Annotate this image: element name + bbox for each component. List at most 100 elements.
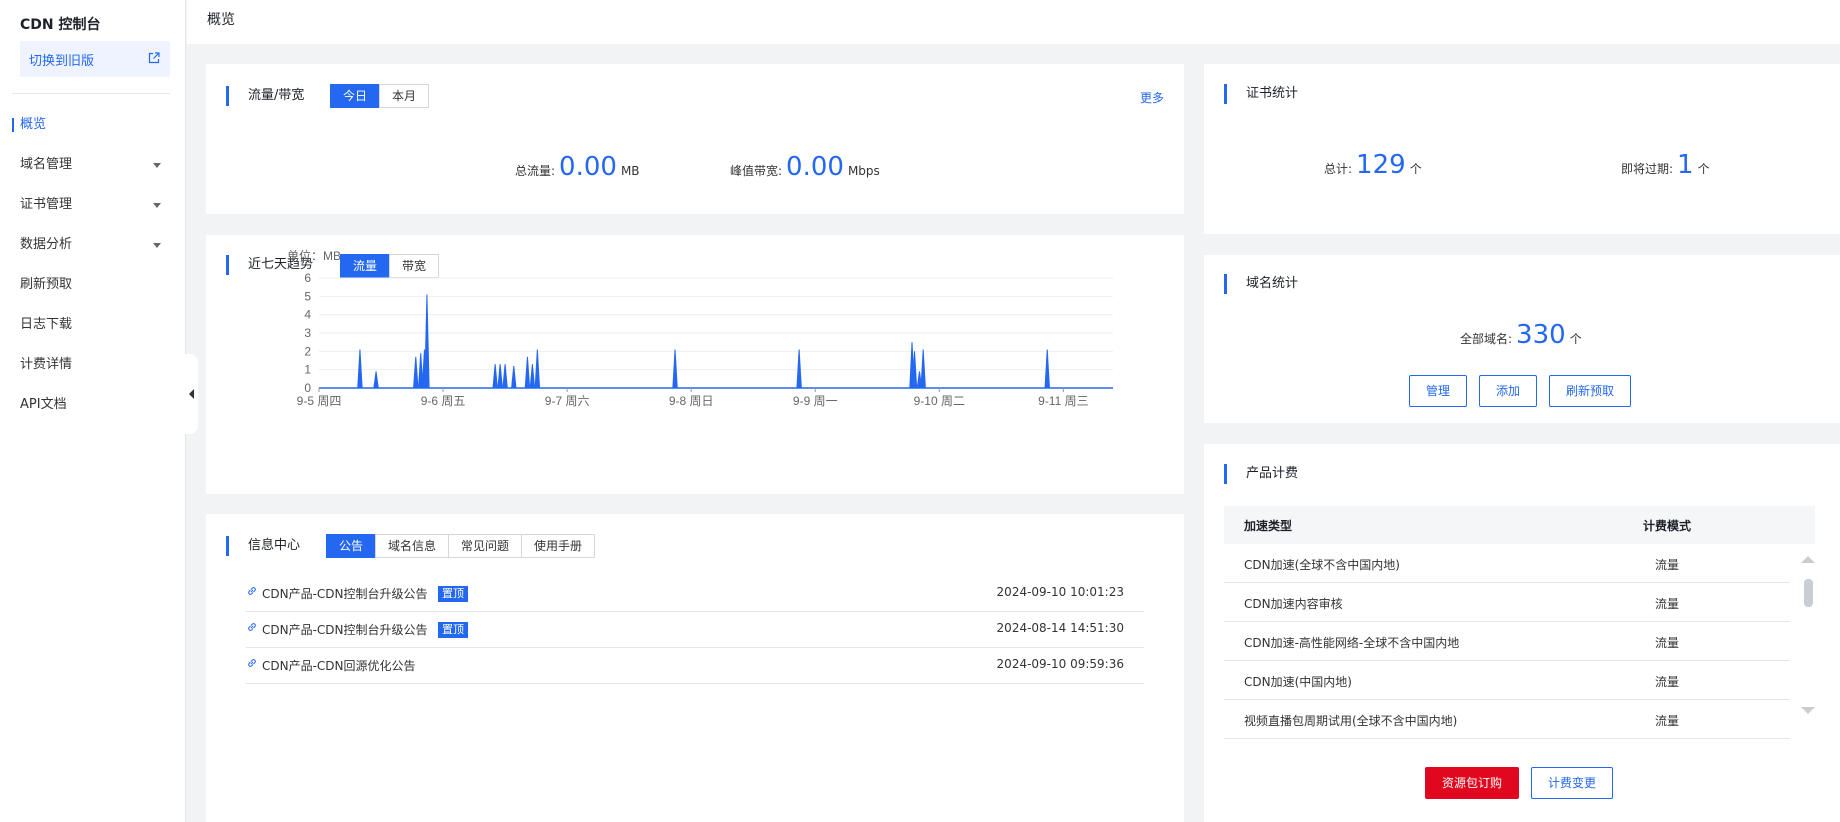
page-header: 概览 — [187, 0, 1840, 44]
announcement-title: CDN产品-CDN回源优化公告 — [262, 659, 416, 673]
scroll-up-arrow-icon[interactable] — [1801, 556, 1815, 563]
add-domain-button[interactable]: 添加 — [1479, 375, 1537, 407]
announcement-time: 2024-09-10 10:01:23 — [996, 585, 1124, 599]
sidebar-item-cert-management[interactable]: 证书管理 — [0, 185, 186, 225]
cell-mode: 流量 — [1655, 597, 1680, 611]
tab-user-manual[interactable]: 使用手册 — [521, 534, 596, 558]
trend-spike — [524, 356, 531, 389]
scroll-down-arrow-icon[interactable] — [1801, 707, 1815, 714]
pinned-badge: 置顶 — [438, 622, 468, 638]
x-tick-label: 9-7 周六 — [545, 394, 590, 408]
link-icon — [248, 659, 256, 667]
announcement-title: CDN产品-CDN控制台升级公告 — [262, 587, 428, 601]
sidebar-item-data-analysis[interactable]: 数据分析 — [0, 225, 186, 265]
cell-mode: 流量 — [1655, 714, 1680, 728]
caret-down-icon — [153, 243, 161, 248]
more-link[interactable]: 更多 — [1140, 89, 1164, 106]
caret-down-icon — [153, 203, 161, 208]
total-traffic-value: 0.00 — [559, 152, 617, 182]
trend-spike — [357, 349, 363, 389]
trend-spike — [413, 356, 419, 389]
cell-type: 视频直播包周期试用(全球不含中国内地) — [1244, 714, 1458, 728]
trend-spike — [373, 371, 379, 389]
pinned-badge: 置顶 — [438, 586, 468, 602]
y-tick-label: 3 — [304, 326, 311, 340]
domain-total-value: 330 — [1516, 320, 1566, 350]
trend-spike — [920, 349, 926, 389]
switch-old-version-button[interactable]: 切换到旧版 — [20, 41, 170, 77]
collapse-left-icon — [188, 389, 194, 399]
change-billing-button[interactable]: 计费变更 — [1531, 767, 1613, 799]
sidebar-item-label: API文档 — [20, 397, 67, 412]
sidebar-item-api-docs[interactable]: API文档 — [0, 385, 186, 425]
y-tick-label: 2 — [304, 344, 311, 358]
total-traffic-stat: 总流量: 0.00 MB — [515, 152, 640, 182]
trend-spike — [424, 294, 430, 389]
sidebar-item-label: 数据分析 — [20, 237, 73, 252]
link-icon — [248, 587, 256, 595]
product-billing-title: 产品计费 — [1224, 464, 1298, 484]
sidebar-item-domain-management[interactable]: 域名管理 — [0, 145, 186, 185]
y-tick-label: 6 — [304, 271, 311, 285]
table-scrollbar[interactable] — [1804, 579, 1813, 607]
traffic-card: 流量/带宽 今日 本月 更多 总流量: 0.00 MB 峰值带宽: 0.00 M… — [206, 64, 1184, 214]
cert-total-label: 总计: — [1324, 162, 1353, 176]
sidebar-item-overview[interactable]: 概览 — [0, 105, 186, 145]
table-row: CDN加速-高性能网络-全球不含中国内地 流量 — [1224, 622, 1790, 661]
tab-this-month[interactable]: 本月 — [379, 84, 430, 108]
sidebar-item-label: 概览 — [20, 117, 47, 132]
trend-chart: 单位：MB 0 1 2 3 4 5 6 9-5 周四 9-6 周五 9-7 周六 9-8 周日 9-9 … — [287, 248, 1113, 408]
sidebar-item-label: 刷新预取 — [20, 277, 73, 292]
trend-spike — [672, 349, 678, 389]
cell-mode: 流量 — [1655, 675, 1680, 689]
x-tick-label: 9-8 周日 — [669, 394, 714, 408]
cell-type: CDN加速(全球不含中国内地) — [1244, 558, 1400, 572]
sidebar-nav: 概览 域名管理 证书管理 数据分析 刷新预取 日志下载 计费详情 API文档 — [0, 105, 186, 425]
peak-bandwidth-unit: Mbps — [847, 164, 880, 178]
refresh-prefetch-button[interactable]: 刷新预取 — [1549, 375, 1631, 407]
link-icon — [248, 623, 256, 631]
trend-spike — [497, 364, 503, 389]
sidebar-collapse-button[interactable] — [184, 354, 198, 434]
cert-total-stat: 总计: 129 个 — [1324, 150, 1422, 180]
sidebar-item-billing-details[interactable]: 计费详情 — [0, 345, 186, 385]
table-row: 视频直播包周期试用(全球不含中国内地) 流量 — [1224, 700, 1790, 739]
cell-type: CDN加速(中国内地) — [1244, 675, 1352, 689]
cert-expiring-stat: 即将过期: 1 个 — [1621, 150, 1710, 180]
console-title: CDN 控制台 — [20, 17, 101, 33]
sidebar-item-log-download[interactable]: 日志下载 — [0, 305, 186, 345]
buy-resource-pack-button[interactable]: 资源包订购 — [1425, 767, 1519, 799]
announcement-title: CDN产品-CDN控制台升级公告 — [262, 623, 428, 637]
announcement-row[interactable]: CDN产品-CDN控制台升级公告 置顶 2024-08-14 14:51:30 — [246, 612, 1144, 648]
domain-total-stat: 全部域名: 330 个 — [1460, 320, 1582, 350]
announcement-row[interactable]: CDN产品-CDN控制台升级公告 置顶 2024-09-10 10:01:23 — [246, 576, 1144, 612]
tab-domain-info[interactable]: 域名信息 — [375, 534, 450, 558]
cell-type: CDN加速-高性能网络-全球不含中国内地 — [1244, 636, 1460, 650]
peak-bandwidth-label: 峰值带宽: — [730, 164, 783, 178]
sidebar-item-label: 证书管理 — [20, 197, 73, 212]
tab-announcements[interactable]: 公告 — [326, 534, 377, 558]
announcement-row[interactable]: CDN产品-CDN回源优化公告 2024-09-10 09:59:36 — [246, 648, 1144, 684]
x-tick-label: 9-5 周四 — [297, 394, 342, 408]
total-traffic-unit: MB — [620, 164, 640, 178]
peak-bandwidth-stat: 峰值带宽: 0.00 Mbps — [730, 152, 880, 182]
trend-spike — [1044, 349, 1050, 389]
external-link-icon — [148, 52, 160, 64]
sidebar-divider — [12, 93, 170, 94]
billing-table-header: 加速类型 计费模式 — [1224, 506, 1815, 544]
sidebar-item-label: 计费详情 — [20, 357, 73, 372]
tab-faq[interactable]: 常见问题 — [448, 534, 523, 558]
x-tick-label: 9-11 周三 — [1038, 394, 1088, 408]
cert-total-unit: 个 — [1409, 162, 1422, 176]
billing-table-body: CDN加速(全球不含中国内地) 流量 CDN加速内容审核 流量 CDN加速-高性能网… — [1224, 544, 1790, 740]
sidebar-item-refresh-prefetch[interactable]: 刷新预取 — [0, 265, 186, 305]
y-tick-label: 1 — [304, 363, 311, 377]
x-tick-label: 9-6 周五 — [421, 394, 466, 408]
switch-old-version-label: 切换到旧版 — [29, 53, 95, 69]
x-tick-label: 9-9 周一 — [793, 394, 838, 408]
manage-button[interactable]: 管理 — [1409, 375, 1467, 407]
tab-today[interactable]: 今日 — [330, 84, 381, 108]
cert-stats-card: 证书统计 总计: 129 个 即将过期: 1 个 — [1204, 64, 1840, 234]
y-tick-label: 5 — [304, 289, 311, 303]
traffic-period-tabs: 今日 本月 — [330, 84, 430, 108]
